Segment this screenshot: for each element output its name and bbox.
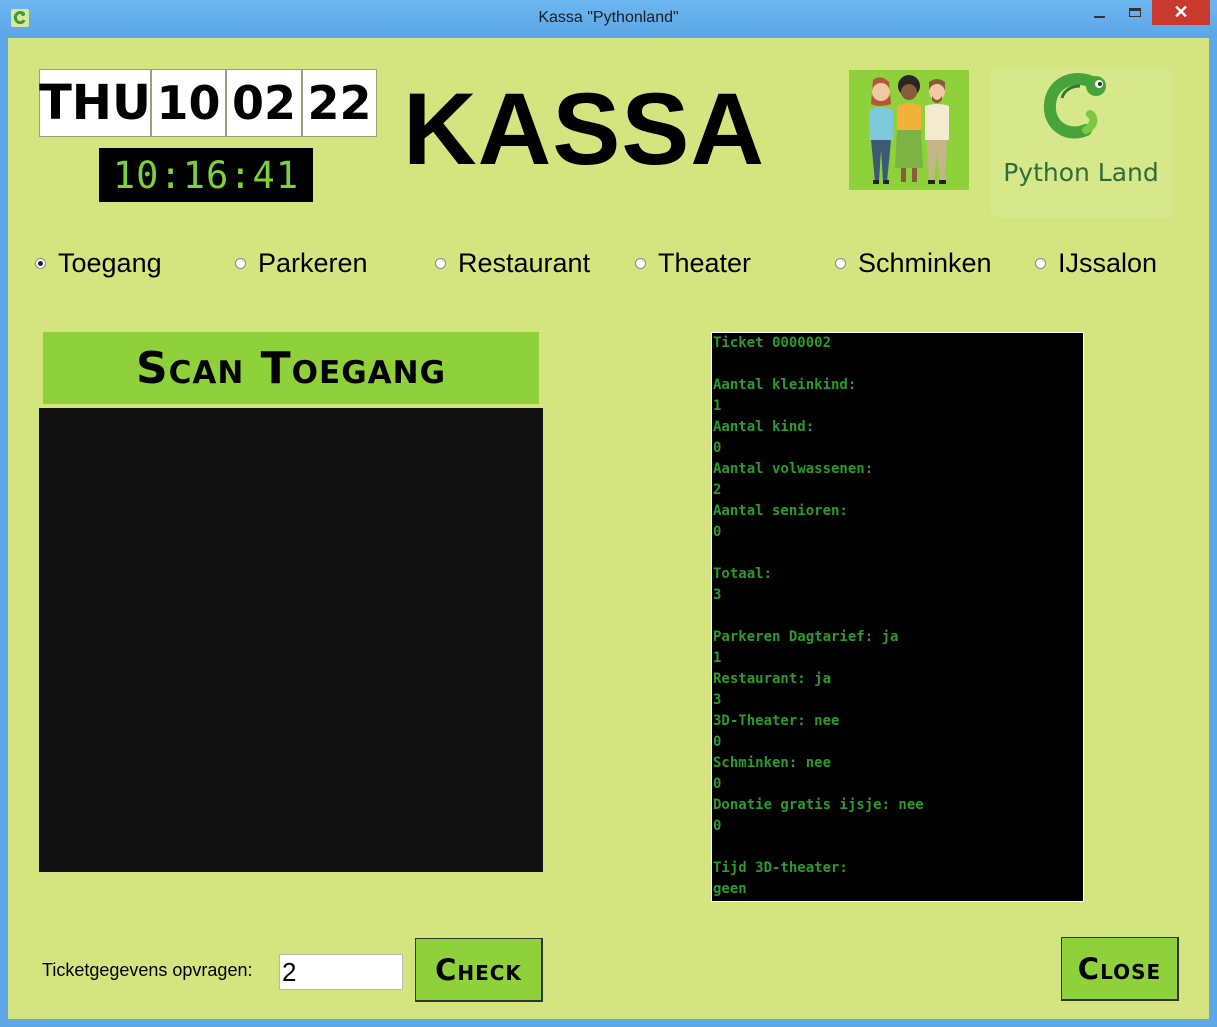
ticket-line: 0 [713, 818, 722, 834]
clock-display: 10:16:41 [99, 148, 313, 202]
camera-preview [39, 408, 543, 872]
people-illustration [849, 70, 969, 190]
ticket-line: Parkeren Dagtarief: ja [713, 629, 899, 645]
radio-icon[interactable] [635, 257, 646, 269]
ticket-line: 0 [713, 524, 722, 540]
ticket-number-input[interactable] [279, 954, 403, 990]
kassa-window-content: THU 10 02 22 10:16:41 KASSA Python Land … [8, 38, 1209, 1019]
day-display: THU [39, 69, 151, 137]
radio-label: IJssalon [1058, 247, 1158, 278]
maximize-button[interactable] [1118, 0, 1152, 25]
mode-radio-ijssalon[interactable]: IJssalon [1035, 245, 1157, 281]
logo-text: Python Land [1003, 158, 1159, 187]
scan-header: Scan Toegang [43, 332, 539, 404]
radio-label: Theater [658, 247, 752, 278]
window-title: Kassa "Pythonland" [538, 9, 679, 26]
ticket-lines: Ticket 0000002 Aantal kleinkind: 1 Aantal k… [712, 333, 1083, 900]
radio-selected-icon[interactable] [35, 257, 46, 269]
ticket-line: Ticket 0000002 [713, 335, 832, 351]
ticket-line [712, 543, 1083, 564]
ticket-line: 3 [713, 587, 722, 603]
radio-icon[interactable] [1035, 257, 1046, 269]
mode-radio-parkeren[interactable]: Parkeren [235, 245, 368, 281]
radio-icon[interactable] [835, 257, 846, 269]
radio-label: Parkeren [258, 247, 368, 278]
mode-radio-schminken[interactable]: Schminken [835, 245, 992, 281]
date-day-display: 10 [151, 69, 226, 137]
window-close-button[interactable]: ✕ [1152, 0, 1210, 25]
check-button[interactable]: Check [415, 938, 543, 1002]
ticket-line: Aantal kleinkind: [713, 377, 857, 393]
ticket-line: 3 [713, 692, 722, 708]
close-icon: ✕ [1173, 2, 1189, 22]
ticket-details-panel[interactable]: Ticket 0000002 Aantal kleinkind: 1 Aantal k… [711, 332, 1084, 902]
minimize-icon [1094, 16, 1105, 18]
mode-radio-toegang[interactable]: Toegang [35, 245, 162, 281]
ticket-line: Aantal kind: [713, 419, 815, 435]
ticket-line [712, 606, 1083, 627]
ticket-line: 2 [713, 482, 722, 498]
ticket-line: Totaal: [713, 566, 773, 582]
radio-label: Restaurant [458, 247, 591, 278]
radio-label: Schminken [858, 247, 992, 278]
ticket-line [712, 354, 1083, 375]
ticket-line [712, 837, 1083, 858]
window-titlebar[interactable]: Kassa "Pythonland" ✕ [0, 0, 1217, 38]
ticket-line: Aantal senioren: [713, 503, 848, 519]
scan-title: Scan Toegang [135, 342, 447, 394]
ticket-line: 0 [713, 440, 722, 456]
ticket-line: Restaurant: ja [713, 671, 832, 687]
ticket-line: Aantal volwassenen: [713, 461, 874, 477]
close-button[interactable]: Close [1061, 937, 1179, 1001]
date-month-display: 02 [226, 69, 302, 137]
ticket-line: 3D-Theater: nee [713, 713, 840, 729]
kassa-title: KASSA [403, 72, 766, 186]
maximize-icon [1129, 8, 1141, 17]
ticket-line: Schminken: nee [713, 755, 832, 771]
ticket-line: Tijd 3D-theater: [713, 860, 848, 876]
mode-radio-theater[interactable]: Theater [635, 245, 751, 281]
mode-radio-restaurant[interactable]: Restaurant [435, 245, 590, 281]
ticket-line: Donatie gratis ijsje: nee [713, 797, 924, 813]
ticket-line: 0 [713, 734, 722, 750]
ticket-line: 1 [713, 398, 722, 414]
ticket-line: 0 [713, 776, 722, 792]
radio-label: Toegang [58, 247, 162, 278]
ticket-line: 1 [713, 650, 722, 666]
radio-icon[interactable] [235, 257, 246, 269]
minimize-button[interactable] [1082, 0, 1118, 25]
ticket-line: geen [713, 881, 747, 897]
python-land-logo: Python Land [990, 68, 1172, 218]
ticket-lookup-label: Ticketgegevens opvragen: [42, 960, 253, 980]
date-year-display: 22 [302, 69, 377, 137]
radio-icon[interactable] [435, 257, 446, 269]
